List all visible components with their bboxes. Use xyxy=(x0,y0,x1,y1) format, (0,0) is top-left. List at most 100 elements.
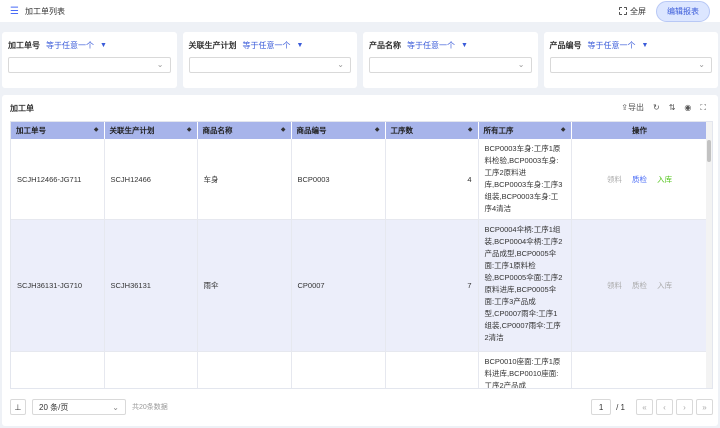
col-header-label: 关联生产计划 xyxy=(109,126,155,135)
sort-icon[interactable]: ◆ xyxy=(468,126,473,133)
chevron-down-icon: ⌄ xyxy=(156,60,164,69)
vertical-scrollbar[interactable] xyxy=(706,122,712,388)
cell-steps xyxy=(385,351,479,388)
filter-select[interactable]: ⌄ xyxy=(188,57,351,73)
fullscreen-button[interactable]: 全屏 xyxy=(619,6,646,17)
cell-product-no xyxy=(291,351,386,388)
filter-label: 关联生产计划 xyxy=(188,41,237,50)
col-header-product-no[interactable]: 商品编号 ◆ xyxy=(291,122,386,139)
total-pages: / 1 xyxy=(616,402,625,412)
cell-product-no: CP0007 xyxy=(291,219,386,352)
col-header-processes[interactable]: 所有工序 ◆ xyxy=(478,122,572,139)
cell-actions: 领料 质检 入库 xyxy=(571,219,709,352)
cell-processes: BCP0010座面:工序1原料进库,BCP0010座面:工序2产品成 xyxy=(478,351,572,388)
fullscreen-table-icon[interactable]: ⛶ xyxy=(700,103,706,113)
caret-down-icon[interactable]: ▼ xyxy=(297,42,304,49)
col-header-label: 加工单号 xyxy=(16,126,46,135)
chevron-down-icon: ⌄ xyxy=(337,60,344,69)
pagination: 1 / 1 « ‹ › » xyxy=(591,399,713,415)
cell-processes: BCP0003车身:工序1原料检验,BCP0003车身:工序2原料进库,BCP0… xyxy=(478,139,572,220)
cell-plan: SCJH36131 xyxy=(104,219,198,352)
export-label: 导出 xyxy=(628,103,644,112)
table-footer: ⊥ 20 条/页 ⌄ 共20条数据 1 / 1 « ‹ › » xyxy=(10,397,713,417)
table-header-row: 加工单号 ◆ 关联生产计划 ◆ 商品名称 ◆ 商品编号 ◆ 工序数 ◆ 所有工序 ◆ 操作 xyxy=(11,122,709,139)
cell-order-no: SCJH12466-JG711 xyxy=(11,139,105,220)
cell-steps: 4 xyxy=(385,139,479,220)
filter-label: 加工单号 xyxy=(8,41,40,50)
menu-icon[interactable]: ☰ xyxy=(10,6,19,17)
orders-panel: 加工单 ⇪导出 ↻ ⇅ ◉ ⛶ 加工单号 ◆ 关联生产计划 ◆ 商品名称 ◆ 商品编号… xyxy=(2,95,718,426)
table-row: BCP0010座面:工序1原料进库,BCP0010座面:工序2产品成 xyxy=(11,351,709,388)
top-bar: ☰ 加工单列表 全屏 编辑报表 xyxy=(0,0,720,22)
sort-icon[interactable]: ◆ xyxy=(94,126,99,133)
cell-order-no xyxy=(11,351,105,388)
cell-actions: 领料 质检 入库 xyxy=(571,139,709,220)
col-header-label: 商品编号 xyxy=(296,126,327,135)
expand-icon[interactable]: ⊥ xyxy=(10,399,26,415)
filter-select[interactable]: ⌄ xyxy=(8,57,171,73)
filter-bar: 加工单号 等于任意一个 ▼ ⌄ 关联生产计划 等于任意一个 ▼ ⌄ 产品名称 等于任意一个… xyxy=(2,32,718,88)
caret-down-icon[interactable]: ▼ xyxy=(100,42,107,49)
current-page-input[interactable]: 1 xyxy=(591,399,612,415)
refresh-icon[interactable]: ↻ xyxy=(653,103,660,112)
sort-icon[interactable]: ◆ xyxy=(375,126,380,133)
fullscreen-icon xyxy=(619,7,627,15)
filter-operator[interactable]: 等于任意一个 xyxy=(588,40,636,51)
next-page-icon[interactable]: › xyxy=(676,399,693,415)
pick-material-link[interactable]: 领料 xyxy=(607,175,622,184)
fullscreen-label: 全屏 xyxy=(630,6,646,16)
scrollbar-thumb[interactable] xyxy=(707,140,711,162)
table-row: SCJH12466-JG711 SCJH12466 车身 BCP0003 4 B… xyxy=(11,139,709,220)
cell-product-name: 车身 xyxy=(197,139,292,220)
edit-report-button[interactable]: 编辑报表 xyxy=(656,0,710,22)
filter-select[interactable]: ⌄ xyxy=(549,57,712,73)
stock-in-link[interactable]: 入库 xyxy=(657,281,672,290)
panel-title: 加工单 xyxy=(10,104,34,113)
page-size-select[interactable]: 20 条/页 ⌄ xyxy=(32,399,126,415)
last-page-icon[interactable]: » xyxy=(696,399,713,415)
page-title: 加工单列表 xyxy=(24,6,65,16)
sort-icon[interactable]: ◆ xyxy=(281,126,286,133)
column-sort-icon[interactable]: ⇅ xyxy=(669,103,676,112)
col-header-plan[interactable]: 关联生产计划 ◆ xyxy=(104,122,198,139)
filter-operator[interactable]: 等于任意一个 xyxy=(407,40,455,51)
filter-product-name: 产品名称 等于任意一个 ▼ ⌄ xyxy=(363,32,538,88)
export-button[interactable]: ⇪导出 xyxy=(621,102,644,113)
chevron-down-icon: ⌄ xyxy=(517,60,525,69)
orders-table: 加工单号 ◆ 关联生产计划 ◆ 商品名称 ◆ 商品编号 ◆ 工序数 ◆ 所有工序 ◆ 操作 … xyxy=(10,121,713,389)
filter-operator[interactable]: 等于任意一个 xyxy=(46,40,94,51)
eye-icon[interactable]: ◉ xyxy=(684,103,691,112)
cell-product-name: 雨伞 xyxy=(197,219,292,352)
export-icon: ⇪ xyxy=(621,103,628,112)
filter-label: 产品名称 xyxy=(369,41,401,50)
stock-in-link[interactable]: 入库 xyxy=(657,175,672,184)
col-header-product-name[interactable]: 商品名称 ◆ xyxy=(197,122,292,139)
col-header-order-no[interactable]: 加工单号 ◆ xyxy=(11,122,105,139)
inspect-link[interactable]: 质检 xyxy=(632,175,647,184)
pick-material-link[interactable]: 领料 xyxy=(607,281,622,290)
filter-operator[interactable]: 等于任意一个 xyxy=(243,40,291,51)
cell-steps: 7 xyxy=(385,219,479,352)
filter-product-no: 产品编号 等于任意一个 ▼ ⌄ xyxy=(543,32,718,88)
cell-plan: SCJH12466 xyxy=(104,139,198,220)
prev-page-icon[interactable]: ‹ xyxy=(656,399,673,415)
total-count: 共20条数据 xyxy=(132,404,168,411)
filter-order-no: 加工单号 等于任意一个 ▼ ⌄ xyxy=(2,32,177,88)
caret-down-icon[interactable]: ▼ xyxy=(461,42,468,49)
inspect-link[interactable]: 质检 xyxy=(632,281,647,290)
filter-select[interactable]: ⌄ xyxy=(369,57,532,73)
col-header-label: 商品名称 xyxy=(202,126,233,135)
cell-product-no: BCP0003 xyxy=(291,139,386,220)
cell-product-name xyxy=(197,351,292,388)
table-toolbar: ⇪导出 ↻ ⇅ ◉ ⛶ xyxy=(621,102,706,113)
cell-actions xyxy=(571,351,709,388)
first-page-icon[interactable]: « xyxy=(636,399,653,415)
col-header-steps[interactable]: 工序数 ◆ xyxy=(385,122,479,139)
sort-icon[interactable]: ◆ xyxy=(561,126,566,133)
caret-down-icon[interactable]: ▼ xyxy=(642,42,649,49)
filter-label: 产品编号 xyxy=(549,41,582,50)
sort-icon[interactable]: ◆ xyxy=(187,126,192,133)
col-header-label: 工序数 xyxy=(390,126,414,135)
cell-processes: BCP0004伞柄:工序1组装,BCP0004伞柄:工序2产品成型,BCP000… xyxy=(478,219,572,352)
cell-order-no: SCJH36131-JG710 xyxy=(11,219,105,352)
